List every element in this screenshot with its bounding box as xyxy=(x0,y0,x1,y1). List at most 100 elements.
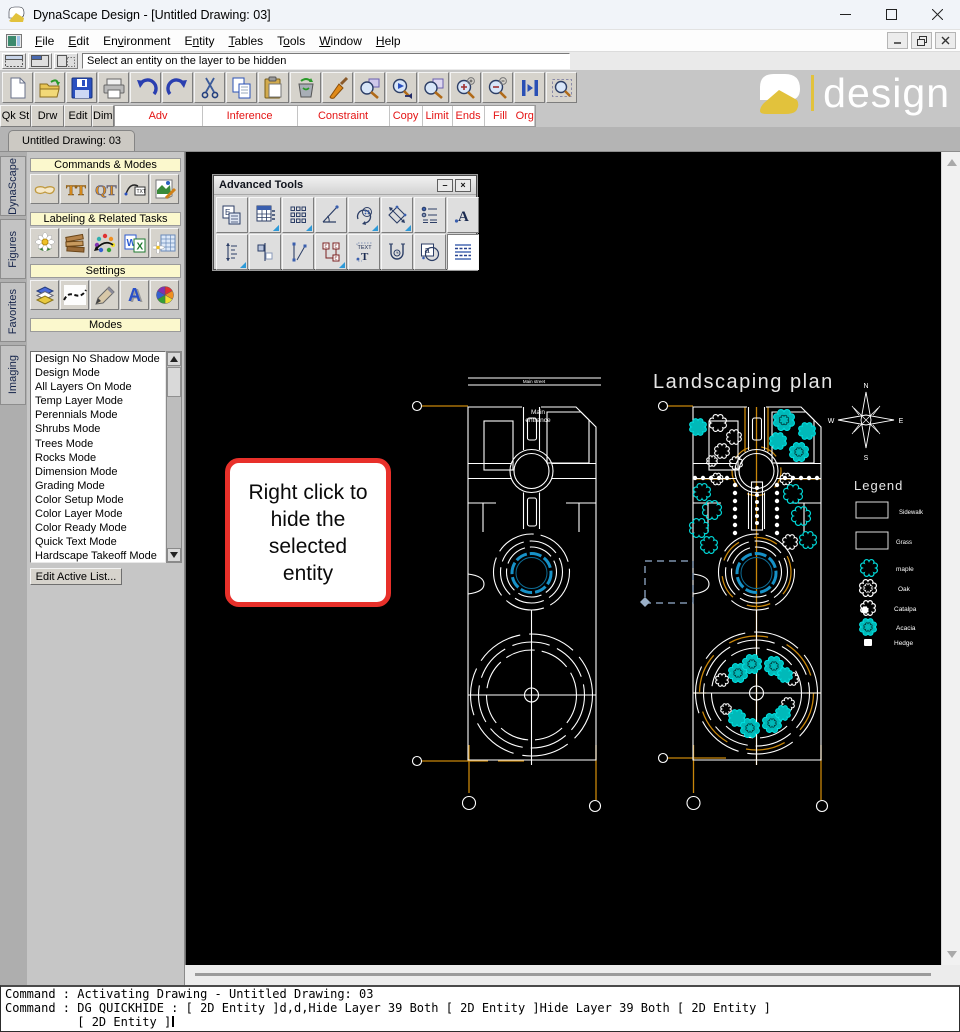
scroll-up-button[interactable] xyxy=(167,352,181,366)
linestyle-button[interactable] xyxy=(60,280,89,310)
mode-list-item[interactable]: Hardscape Takeoff Mode xyxy=(31,549,165,563)
mode-list-item[interactable]: Grading Mode xyxy=(31,479,165,493)
color-settings-button[interactable] xyxy=(150,280,179,310)
menu-item[interactable]: Edit xyxy=(61,34,96,48)
plant-schedule-button[interactable] xyxy=(150,228,179,258)
text-style-tool[interactable]: A xyxy=(447,197,479,233)
zoom-previous-button[interactable] xyxy=(354,72,385,103)
menu-item[interactable]: File xyxy=(28,34,61,48)
toolbar-tab[interactable]: Limit xyxy=(423,106,453,126)
hardscape-label-button[interactable] xyxy=(60,228,89,258)
point-line-tool[interactable] xyxy=(282,234,314,270)
u-shape-tool[interactable] xyxy=(381,234,413,270)
canvas-vertical-scrollbar[interactable] xyxy=(941,152,960,965)
side-tab[interactable]: Figures xyxy=(0,219,26,279)
layers-button[interactable] xyxy=(30,280,59,310)
table-tool[interactable] xyxy=(249,197,281,233)
toolbar-tab[interactable]: Org xyxy=(516,106,535,126)
modes-list[interactable]: Design No Shadow ModeDesign ModeAll Laye… xyxy=(30,351,166,563)
list-items-tool[interactable] xyxy=(414,197,446,233)
scroll-down-arrow-icon[interactable] xyxy=(947,951,957,958)
toolbar-tab[interactable]: Edit xyxy=(64,105,92,127)
angle-measure-tool[interactable] xyxy=(315,197,347,233)
zoom-extents-button[interactable] xyxy=(546,72,577,103)
toolbar-tab[interactable]: Dim xyxy=(92,105,114,127)
color-label-button[interactable] xyxy=(90,228,119,258)
mode-list-item[interactable]: Design Mode xyxy=(31,366,165,380)
toolbar-tab[interactable]: Drw xyxy=(31,105,64,127)
purge-button[interactable] xyxy=(290,72,321,103)
zoom-in-button[interactable] xyxy=(450,72,481,103)
mode-list-item[interactable]: Trees Mode xyxy=(31,437,165,451)
rotate-copy-tool[interactable] xyxy=(348,197,380,233)
select-window-button[interactable] xyxy=(2,53,26,69)
mdi-restore-button[interactable] xyxy=(911,32,932,49)
edit-active-list-button[interactable]: Edit Active List... xyxy=(30,568,122,585)
menu-item[interactable]: Entity xyxy=(177,34,221,48)
measure-diamond-tool[interactable] xyxy=(381,197,413,233)
command-line-area[interactable]: Command : Activating Drawing - Untitled … xyxy=(0,985,960,1032)
zoom-out-button[interactable] xyxy=(482,72,513,103)
zoom-dynamic-button[interactable] xyxy=(386,72,417,103)
mode-list-item[interactable]: Shrubs Mode xyxy=(31,422,165,436)
open-button[interactable] xyxy=(34,72,65,103)
mode-list-item[interactable]: All Layers On Mode xyxy=(31,380,165,394)
side-tab[interactable]: Imaging xyxy=(0,345,26,405)
annotation-tool[interactable]: a xyxy=(414,234,446,270)
scroll-thumb[interactable] xyxy=(167,367,181,397)
select-single-button[interactable] xyxy=(54,53,78,69)
fill-view-button[interactable] xyxy=(514,72,545,103)
text-lines-tool[interactable] xyxy=(447,234,479,270)
true-type-text-button[interactable]: TT xyxy=(60,174,89,204)
command-prompt-field[interactable] xyxy=(82,53,570,69)
toolbar-tab[interactable]: Qk St xyxy=(0,105,31,127)
toolbar-tab[interactable]: Fill xyxy=(485,106,516,126)
mode-list-item[interactable]: Design No Shadow Mode xyxy=(31,352,165,366)
modes-scrollbar[interactable] xyxy=(166,351,182,563)
vertical-dimension-tool[interactable] xyxy=(216,234,248,270)
print-button[interactable] xyxy=(98,72,129,103)
align-tool[interactable] xyxy=(249,234,281,270)
mode-list-item[interactable]: Color Setup Mode xyxy=(31,493,165,507)
canvas-horizontal-scrollbar[interactable] xyxy=(185,965,941,985)
toolbar-tab[interactable]: Ends xyxy=(453,106,485,126)
mdi-close-button[interactable] xyxy=(935,32,956,49)
toolbar-tab[interactable]: Copy xyxy=(390,106,423,126)
toolbar-tab[interactable]: Constraint xyxy=(298,106,390,126)
mode-list-item[interactable]: Dimension Mode xyxy=(31,465,165,479)
mode-list-item[interactable]: Temp Layer Mode xyxy=(31,394,165,408)
selection-grip[interactable] xyxy=(640,597,650,607)
side-tab[interactable]: DynaScape xyxy=(0,156,26,216)
mode-list-item[interactable]: Rocks Mode xyxy=(31,451,165,465)
redo-button[interactable] xyxy=(162,72,193,103)
palette-close-button[interactable]: × xyxy=(455,179,471,192)
copy-button[interactable] xyxy=(226,72,257,103)
figure-tool-button[interactable] xyxy=(30,174,59,204)
mode-list-item[interactable]: Color Layer Mode xyxy=(31,507,165,521)
plant-label-button[interactable] xyxy=(30,228,59,258)
minimize-button[interactable] xyxy=(822,0,868,29)
pen-settings-button[interactable] xyxy=(90,280,119,310)
paste-button[interactable] xyxy=(258,72,289,103)
menu-item[interactable]: Tools xyxy=(270,34,312,48)
quick-text-button[interactable]: QT xyxy=(90,174,119,204)
maximize-button[interactable] xyxy=(868,0,914,29)
text-settings-button[interactable]: AA xyxy=(120,280,149,310)
text-edit-tool[interactable]: TEXTT xyxy=(348,234,380,270)
mdi-minimize-button[interactable] xyxy=(887,32,908,49)
save-button[interactable] xyxy=(66,72,97,103)
palette-minimize-button[interactable]: – xyxy=(437,179,453,192)
new-drawing-button[interactable] xyxy=(2,72,33,103)
mode-list-item[interactable]: Perennials Mode xyxy=(31,408,165,422)
render-page-button[interactable] xyxy=(150,174,179,204)
export-office-button[interactable]: WX xyxy=(120,228,149,258)
drawing-tab[interactable]: Untitled Drawing: 03 xyxy=(8,130,135,151)
menu-item[interactable]: Window xyxy=(312,34,369,48)
zoom-window-button[interactable] xyxy=(418,72,449,103)
undo-button[interactable] xyxy=(130,72,161,103)
toolbar-tab[interactable]: Adv xyxy=(115,106,203,126)
side-tab[interactable]: Favorites xyxy=(0,282,26,342)
entity-network-tool[interactable]: EEE xyxy=(315,234,347,270)
menu-item[interactable]: Help xyxy=(369,34,408,48)
toolbar-tab[interactable]: Inference xyxy=(203,106,298,126)
